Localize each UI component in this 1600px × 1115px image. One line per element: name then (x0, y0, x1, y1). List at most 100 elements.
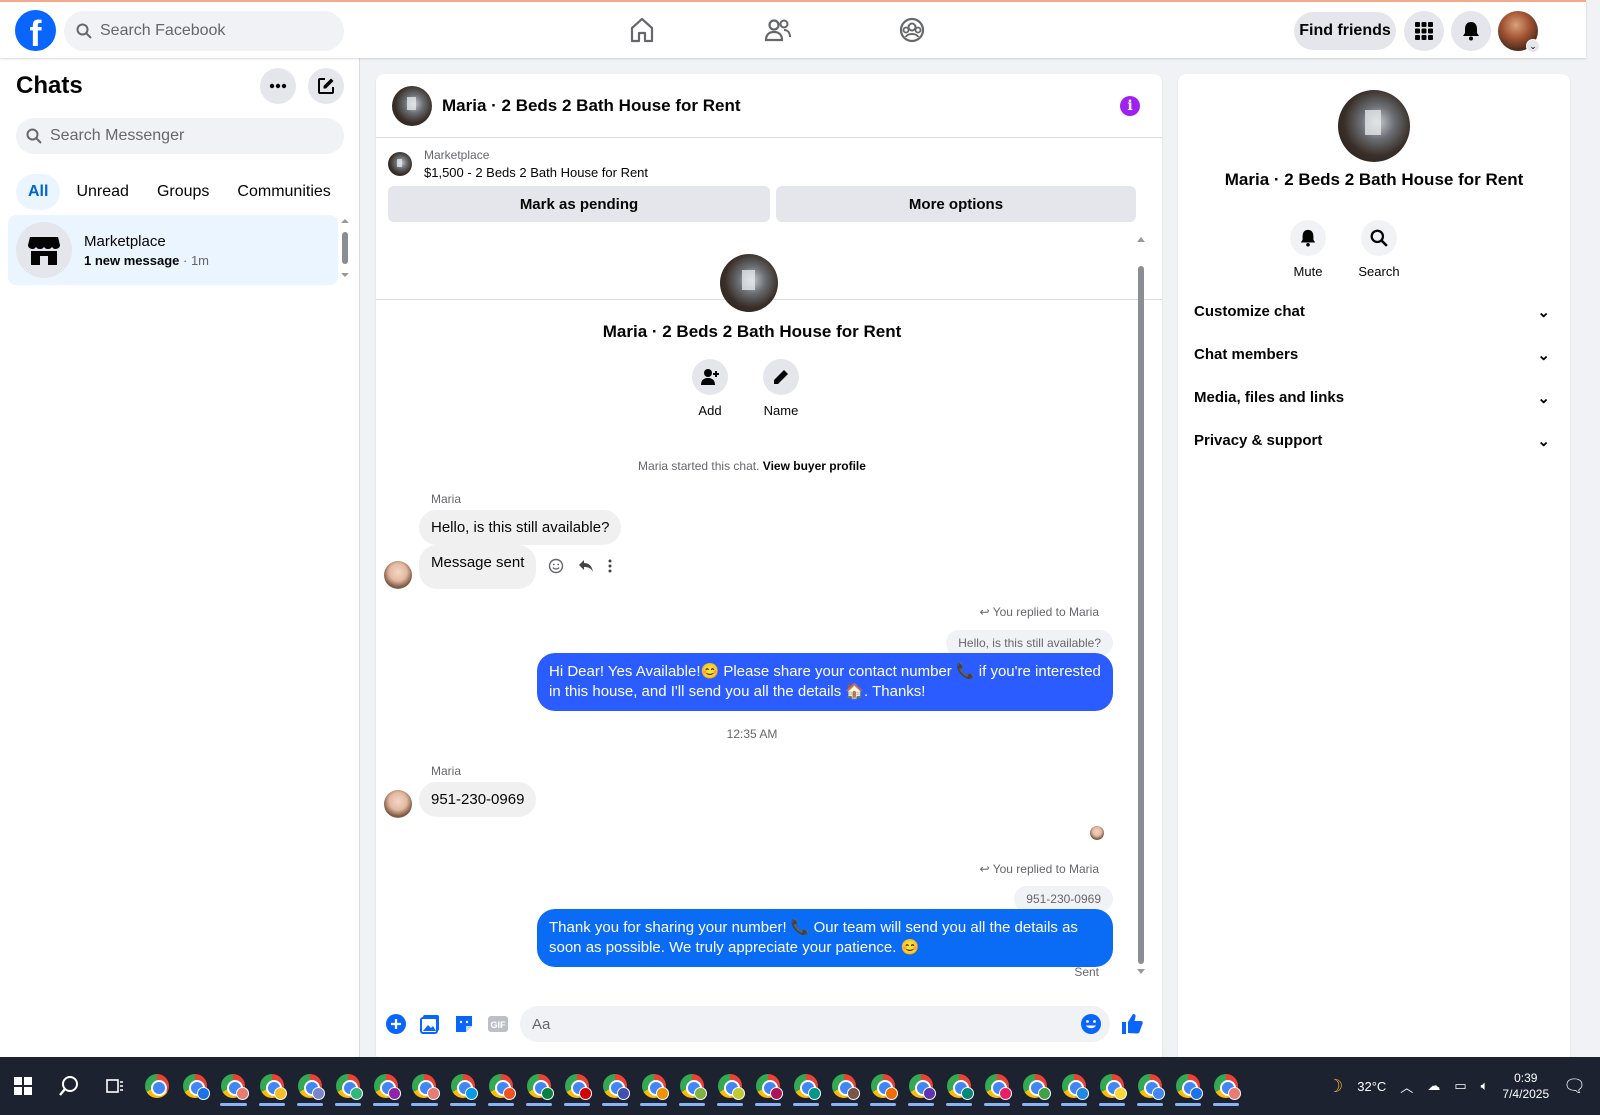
conversation-avatar[interactable] (392, 85, 432, 126)
home-icon[interactable] (627, 15, 657, 45)
page-scrollbar[interactable] (1586, 58, 1600, 1057)
open-window-indicator (1022, 1103, 1049, 1106)
volume-icon[interactable]: 🔈︎ (1481, 1078, 1489, 1094)
sidebar-scrollbar[interactable] (340, 218, 350, 280)
search-conversation-action[interactable]: Search (1349, 220, 1409, 279)
view-buyer-profile-link[interactable]: View buyer profile (763, 459, 866, 473)
chrome-window-icon[interactable] (749, 1066, 787, 1106)
open-window-indicator (1175, 1103, 1202, 1106)
listing-thumbnail[interactable] (388, 152, 412, 176)
chrome-window-icon[interactable] (940, 1066, 978, 1106)
name-chat-action[interactable]: Name (746, 359, 816, 418)
chrome-window-icon[interactable] (520, 1066, 558, 1106)
task-view-icon[interactable] (92, 1066, 138, 1106)
marketplace-avatar (16, 222, 72, 278)
chrome-window-icon[interactable] (558, 1066, 596, 1106)
customize-chat-section[interactable]: Customize chat ⌄ (1194, 290, 1554, 333)
chrome-window-icon[interactable] (444, 1066, 482, 1106)
groups-icon[interactable] (897, 15, 927, 45)
more-vertical-icon[interactable] (608, 559, 612, 573)
chrome-window-icon[interactable] (214, 1066, 252, 1106)
listing-price-title[interactable]: $1,500 - 2 Beds 2 Bath House for Rent (424, 165, 648, 180)
mute-label: Mute (1293, 264, 1323, 279)
chrome-window-icon[interactable] (1093, 1066, 1131, 1106)
new-message-button[interactable] (308, 68, 344, 104)
chat-list-item-marketplace[interactable]: Marketplace 1 new message · 1m (8, 215, 338, 285)
network-icon[interactable]: ▭ (1454, 1078, 1466, 1094)
details-avatar[interactable] (1338, 90, 1410, 162)
chrome-window-icon[interactable] (673, 1066, 711, 1106)
chrome-window-icon[interactable] (596, 1066, 634, 1106)
facebook-search-input[interactable]: Search Facebook (64, 11, 344, 51)
facebook-logo-icon[interactable]: f (15, 10, 56, 51)
mute-action[interactable]: Mute (1278, 220, 1338, 279)
info-icon[interactable]: i (1120, 96, 1140, 116)
react-smiley-icon[interactable] (548, 558, 564, 574)
photo-icon[interactable] (418, 1012, 442, 1036)
chrome-window-icon[interactable] (1055, 1066, 1093, 1106)
find-friends-button[interactable]: Find friends (1294, 12, 1396, 50)
weather-temperature[interactable]: 32°C (1357, 1079, 1386, 1094)
chat-options-button[interactable] (260, 68, 296, 104)
incoming-message[interactable]: Hello, is this still available? (419, 510, 622, 545)
media-files-links-section[interactable]: Media, files and links ⌄ (1194, 376, 1554, 419)
menu-grid-button[interactable] (1404, 11, 1444, 51)
chrome-window-icon[interactable] (1131, 1066, 1169, 1106)
chrome-window-icon[interactable] (405, 1066, 443, 1106)
incoming-message[interactable]: Message sent (419, 545, 537, 589)
chrome-window-icon[interactable] (253, 1066, 291, 1106)
conversation-title[interactable]: Maria · 2 Beds 2 Bath House for Rent (442, 96, 741, 116)
sticker-icon[interactable] (452, 1012, 476, 1036)
more-options-button[interactable]: More options (776, 186, 1136, 222)
chrome-window-icon[interactable] (176, 1066, 214, 1106)
chrome-window-icon[interactable] (1169, 1066, 1207, 1106)
filter-groups[interactable]: Groups (145, 174, 221, 210)
chrome-window-icon[interactable] (291, 1066, 329, 1106)
chevron-up-icon[interactable]: ︿ (1400, 1077, 1413, 1096)
chrome-window-icon[interactable] (1016, 1066, 1054, 1106)
chrome-window-icon[interactable] (864, 1066, 902, 1106)
chrome-window-icon[interactable] (482, 1066, 520, 1106)
chat-members-section[interactable]: Chat members ⌄ (1194, 333, 1554, 376)
chrome-window-icon[interactable] (902, 1066, 940, 1106)
chrome-window-icon[interactable] (825, 1066, 863, 1106)
windows-start-icon[interactable] (0, 1066, 46, 1106)
chrome-window-icon[interactable] (367, 1066, 405, 1106)
add-people-action[interactable]: Add (675, 359, 745, 418)
notifications-button[interactable] (1451, 11, 1491, 51)
maria-avatar[interactable] (384, 790, 412, 818)
chrome-window-icon[interactable] (634, 1066, 672, 1106)
chrome-window-icon[interactable] (138, 1066, 176, 1106)
notification-center-icon[interactable]: 🗨︎ (1563, 1076, 1586, 1097)
mark-as-pending-button[interactable]: Mark as pending (388, 186, 770, 222)
thumbs-up-icon[interactable] (1120, 1012, 1144, 1036)
cloud-icon[interactable]: ☁ (1427, 1078, 1440, 1094)
outgoing-message[interactable]: Thank you for sharing your number! 📞 Our… (537, 909, 1113, 967)
clock[interactable]: 0:39 7/4/2025 (1502, 1070, 1549, 1102)
maria-avatar[interactable] (384, 561, 412, 589)
search-icon[interactable] (46, 1066, 92, 1106)
weather-moon-icon[interactable]: ☽ (1327, 1076, 1343, 1097)
plus-icon[interactable] (384, 1012, 408, 1036)
emoji-icon[interactable] (1080, 1013, 1102, 1035)
thread-scrollbar[interactable] (1136, 234, 1146, 979)
incoming-message[interactable]: 951-230-0969 (419, 782, 537, 817)
chrome-window-icon[interactable] (329, 1066, 367, 1106)
friends-icon[interactable] (763, 15, 793, 45)
reply-icon[interactable] (578, 559, 594, 573)
profile-avatar[interactable]: ⌄ (1498, 11, 1540, 53)
gif-icon[interactable]: GIF (486, 1012, 510, 1036)
chrome-window-icon[interactable] (711, 1066, 749, 1106)
filter-unread[interactable]: Unread (64, 174, 140, 210)
chrome-window-icon[interactable] (1207, 1066, 1245, 1106)
message-input[interactable]: Aa (520, 1006, 1110, 1042)
thread-avatar (720, 254, 778, 312)
pencil-icon (774, 370, 788, 384)
privacy-support-section[interactable]: Privacy & support ⌄ (1194, 419, 1554, 462)
outgoing-message[interactable]: Hi Dear! Yes Available!😊 Please share yo… (537, 653, 1113, 711)
chrome-window-icon[interactable] (978, 1066, 1016, 1106)
messenger-search-input[interactable]: Search Messenger (16, 118, 344, 154)
chrome-window-icon[interactable] (787, 1066, 825, 1106)
filter-all[interactable]: All (16, 174, 61, 210)
filter-communities[interactable]: Communities (225, 174, 342, 210)
